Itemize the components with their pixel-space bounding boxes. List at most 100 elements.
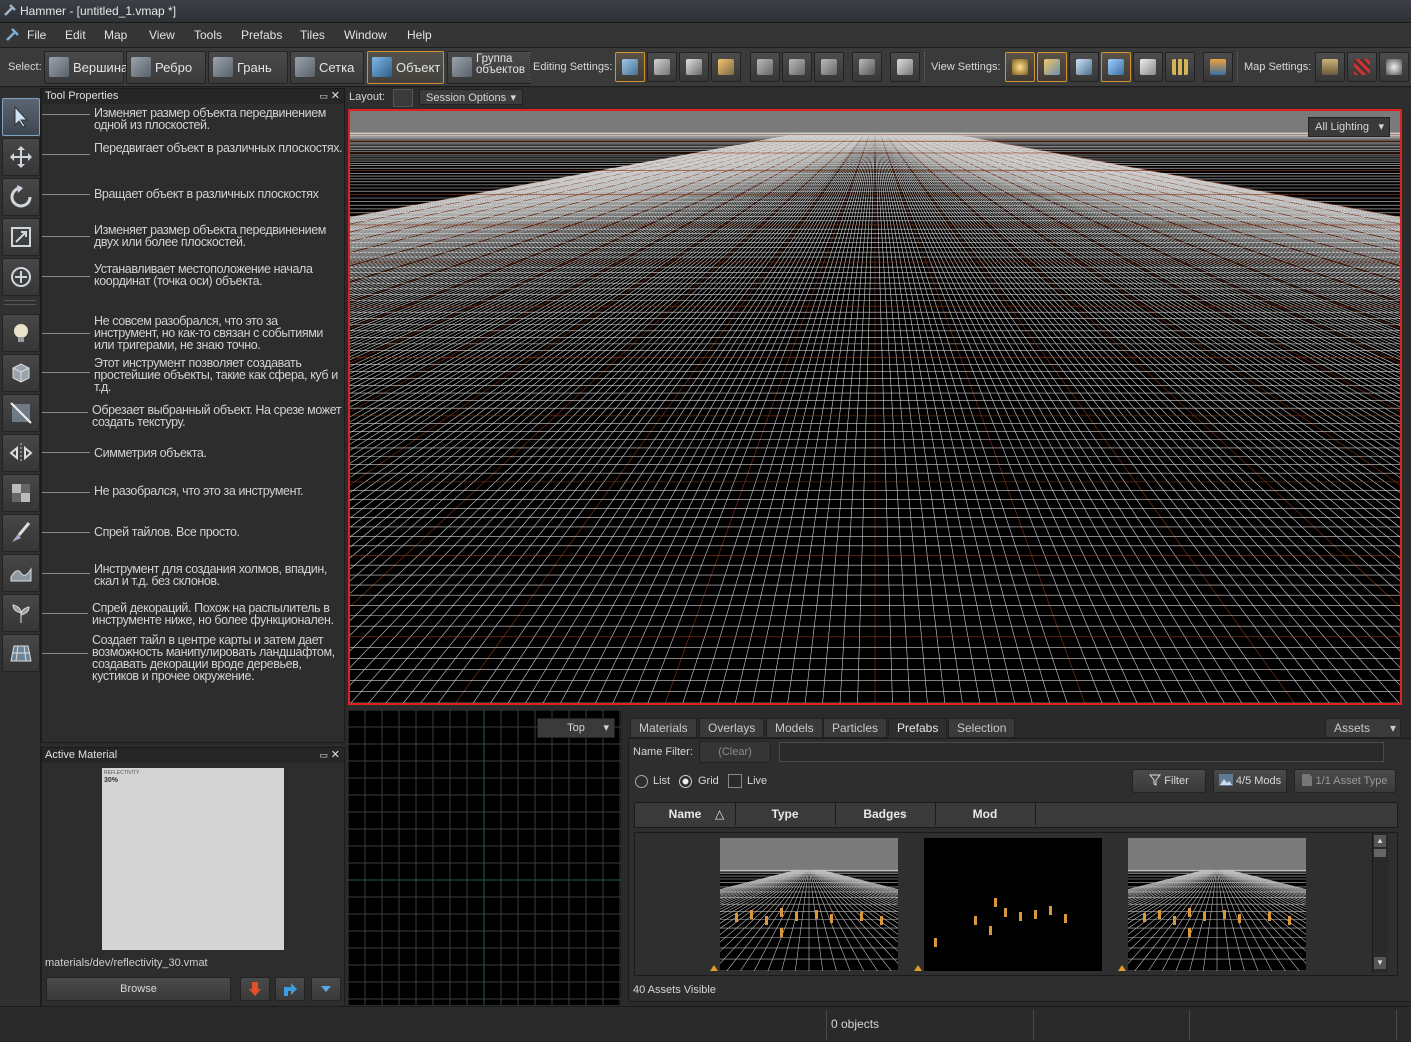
tab-overlays[interactable]: Overlays (699, 718, 765, 738)
material-swatch[interactable]: REFLECTIVITY 30% (102, 768, 284, 950)
hatch-icon[interactable] (1347, 52, 1377, 82)
gamepad-icon[interactable] (890, 52, 920, 82)
assets-dropdown[interactable]: Assets ▾ (1325, 718, 1401, 738)
clear-filter-button[interactable]: (Clear) (699, 741, 771, 763)
title-bar: Hammer - [untitled_1.vmap *] (0, 0, 1411, 23)
axis-l-icon[interactable] (647, 52, 677, 82)
material-options-button[interactable] (311, 977, 341, 1001)
scroll-up-icon[interactable]: ▲ (1374, 835, 1386, 847)
tab-prefabs[interactable]: Prefabs (888, 718, 948, 738)
layout-grid-icon[interactable] (393, 89, 413, 107)
close-panel-icon[interactable]: ✕ (331, 748, 340, 763)
list-radio[interactable] (635, 775, 648, 788)
sky-icon[interactable] (1069, 52, 1099, 82)
mods-label: 4/5 Mods (1235, 775, 1282, 787)
column-mod[interactable]: Mod (935, 803, 1036, 825)
grid-radio[interactable] (679, 775, 692, 788)
hammer-menu-icon[interactable] (4, 27, 20, 43)
asset-type-button[interactable]: 1/1 Asset Type (1294, 769, 1396, 793)
lighting-icon[interactable] (1005, 52, 1035, 82)
tile-editor-tool-button[interactable] (2, 634, 40, 672)
menu-tools[interactable]: Tools (194, 28, 222, 42)
select-mesh-button[interactable]: Сетка (290, 51, 364, 84)
spiral-icon[interactable] (1379, 52, 1409, 82)
move-tool-button[interactable] (2, 138, 40, 176)
name-filter-input[interactable] (779, 742, 1384, 762)
snap-world-icon[interactable] (615, 52, 645, 82)
rotate-tool-button[interactable] (2, 178, 40, 216)
select-through-icon[interactable] (750, 52, 780, 82)
menu-help[interactable]: Help (407, 28, 432, 42)
clip-tool-button[interactable] (2, 394, 40, 432)
scroll-down-icon[interactable]: ▼ (1374, 957, 1386, 969)
column-badges[interactable]: Badges (835, 803, 936, 825)
scale-tool-button[interactable] (2, 218, 40, 256)
monitor-icon[interactable] (1203, 52, 1233, 82)
asset-scrollbar[interactable]: ▲ ▼ (1372, 833, 1388, 973)
top-viewport[interactable]: Top ▾ (348, 710, 621, 1005)
select-connected-icon[interactable] (782, 52, 812, 82)
select-vertex-button[interactable]: Вершина (44, 51, 128, 84)
menu-window[interactable]: Window (344, 28, 387, 42)
view-label: Top (567, 722, 585, 734)
terrain-tool-button[interactable] (2, 554, 40, 592)
menu-file[interactable]: File (27, 28, 46, 42)
texture-lock-icon[interactable] (679, 52, 709, 82)
entity-tool-button[interactable] (2, 314, 40, 352)
column-type[interactable]: Type (735, 803, 836, 825)
tab-particles[interactable]: Particles (823, 718, 888, 738)
tab-selection[interactable]: Selection (948, 718, 1016, 738)
browse-button[interactable]: Browse (46, 977, 231, 1001)
prefab-thumbnail[interactable] (924, 838, 1102, 971)
foliage-tool-button[interactable] (2, 594, 40, 632)
tab-models[interactable]: Models (766, 718, 823, 738)
menu-view[interactable]: View (149, 28, 175, 42)
asset-type-label: 1/1 Asset Type (1315, 775, 1388, 787)
wireframe-cube-icon[interactable] (1101, 52, 1131, 82)
prefab-thumbnail[interactable] (720, 838, 898, 971)
tile-paint-tool-button[interactable] (2, 514, 40, 552)
snap-grid-icon[interactable] (711, 52, 741, 82)
tab-materials[interactable]: Materials (630, 718, 697, 738)
annotation-text: Не разобрался, что это за инструмент. (94, 484, 304, 498)
session-options-dropdown[interactable]: Session Options ▾ (419, 89, 523, 105)
block-tool-button[interactable] (2, 354, 40, 392)
pivot-tool-button[interactable] (2, 258, 40, 296)
pick-material-button[interactable] (275, 977, 305, 1001)
tile-grid-icon (10, 645, 32, 662)
lighting-dropdown[interactable]: All Lighting ▾ (1308, 117, 1390, 137)
apply-material-button[interactable] (240, 977, 270, 1001)
menu-tiles[interactable]: Tiles (300, 28, 325, 42)
select-tool-button[interactable] (2, 98, 40, 136)
grid-tiles-icon[interactable] (1165, 52, 1195, 82)
terrain-icon[interactable] (1315, 52, 1345, 82)
menu-map[interactable]: Map (104, 28, 127, 42)
entities-icon[interactable] (1037, 52, 1067, 82)
status-divider (826, 1010, 827, 1040)
prefab-thumbnail[interactable] (1128, 838, 1306, 971)
live-checkbox[interactable] (728, 774, 742, 788)
active-material-title: Active Material (45, 749, 118, 761)
select-bounds-icon[interactable] (814, 52, 844, 82)
float-panel-icon[interactable]: ▭ (319, 89, 328, 104)
isolate-icon[interactable] (852, 52, 882, 82)
perspective-viewport[interactable]: All Lighting ▾ (348, 109, 1402, 705)
column-name[interactable]: Name △ (635, 803, 736, 825)
view-dropdown[interactable]: Top ▾ (537, 718, 615, 738)
annotation-text: Этот инструмент позволяет создавать прос… (94, 356, 338, 394)
mirror-tool-button[interactable] (2, 434, 40, 472)
annotation-line (42, 532, 90, 533)
menu-edit[interactable]: Edit (65, 28, 86, 42)
texture-tool-button[interactable] (2, 474, 40, 512)
select-group-button[interactable]: Группа объектов (447, 51, 530, 84)
close-panel-icon[interactable]: ✕ (331, 89, 340, 104)
player-icon[interactable] (1133, 52, 1163, 82)
scroll-thumb[interactable] (1374, 849, 1386, 857)
select-edge-button[interactable]: Ребро (126, 51, 206, 84)
menu-prefabs[interactable]: Prefabs (241, 28, 282, 42)
mods-button[interactable]: 4/5 Mods (1213, 769, 1287, 793)
select-object-button[interactable]: Объект (367, 51, 444, 84)
float-panel-icon[interactable]: ▭ (319, 748, 328, 763)
filter-button[interactable]: Filter (1132, 769, 1206, 793)
select-face-button[interactable]: Грань (208, 51, 288, 84)
